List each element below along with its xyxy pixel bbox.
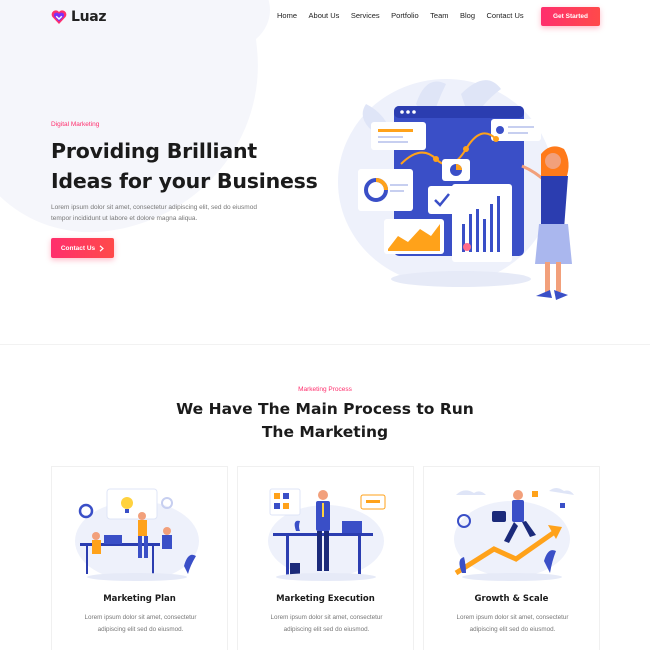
card-title: Growth & Scale [474, 594, 549, 604]
nav-home[interactable]: Home [277, 11, 297, 20]
card-description-line-1: Lorem ipsum dolor sit amet, consectetur [456, 614, 569, 621]
process-card-growth-scale[interactable]: Growth & Scale Lorem ipsum dolor sit ame… [423, 466, 600, 650]
growth-scale-illustration [454, 488, 574, 581]
card-description-line-2: adipiscing elit sed do eiusmod. [469, 626, 556, 633]
card-title: Marketing Plan [103, 594, 176, 604]
process-title: We Have The Main Process to Run The Mark… [150, 398, 500, 444]
nav-contact-us[interactable]: Contact Us [487, 11, 524, 20]
section-divider [0, 344, 650, 345]
main-nav: Home About Us Services Portfolio Team Bl… [277, 11, 535, 20]
hero-description-line-2: tempor incididunt ut labore et dolore ma… [51, 215, 198, 222]
hero-description: Lorem ipsum dolor sit amet, consectetur … [51, 202, 281, 224]
hero-section: Digital Marketing Providing Brilliant Id… [51, 121, 321, 258]
logo[interactable]: Luaz [51, 9, 107, 25]
process-card-marketing-plan[interactable]: Marketing Plan Lorem ipsum dolor sit ame… [51, 466, 228, 650]
nav-portfolio[interactable]: Portfolio [391, 11, 419, 20]
site-header: Luaz Home About Us Services Portfolio Te… [0, 0, 650, 34]
nav-services[interactable]: Services [351, 11, 380, 20]
process-title-line-2: The Marketing [261, 423, 389, 441]
get-started-button[interactable]: Get Started [541, 7, 600, 26]
card-description: Lorem ipsum dolor sit amet, consectetur … [64, 612, 217, 636]
process-title-line-1: We Have The Main Process to Run [176, 400, 474, 418]
marketing-execution-illustration [268, 488, 386, 581]
hero-title-line-2: Ideas for your Business [51, 169, 318, 193]
contact-us-button[interactable]: Contact Us [51, 238, 114, 258]
contact-us-label: Contact Us [60, 244, 96, 252]
nav-team[interactable]: Team [430, 11, 448, 20]
hero-title: Providing Brilliant Ideas for your Busin… [51, 136, 321, 196]
card-description: Lorem ipsum dolor sit amet, consectetur … [436, 612, 589, 636]
card-description: Lorem ipsum dolor sit amet, consectetur … [250, 612, 403, 636]
hero-illustration [338, 79, 572, 300]
card-description-line-1: Lorem ipsum dolor sit amet, consectetur [84, 614, 197, 621]
nav-blog[interactable]: Blog [460, 11, 475, 20]
hero-title-line-1: Providing Brilliant [51, 139, 257, 163]
marketing-plan-illustration [75, 488, 199, 581]
chevron-right-icon [99, 244, 105, 252]
brand-name: Luaz [71, 9, 107, 25]
hero-kicker: Digital Marketing [51, 121, 100, 128]
card-description-line-2: adipiscing elit sed do eiusmod. [283, 626, 370, 633]
card-description-line-2: adipiscing elit sed do eiusmod. [97, 626, 184, 633]
heart-logo-icon [51, 10, 67, 24]
hero-description-line-1: Lorem ipsum dolor sit amet, consectetur … [51, 204, 257, 211]
nav-about-us[interactable]: About Us [309, 11, 340, 20]
process-card-marketing-execution[interactable]: Marketing Execution Lorem ipsum dolor si… [237, 466, 414, 650]
process-kicker: Marketing Process [298, 386, 352, 393]
card-title: Marketing Execution [276, 594, 375, 604]
card-description-line-1: Lorem ipsum dolor sit amet, consectetur [270, 614, 383, 621]
